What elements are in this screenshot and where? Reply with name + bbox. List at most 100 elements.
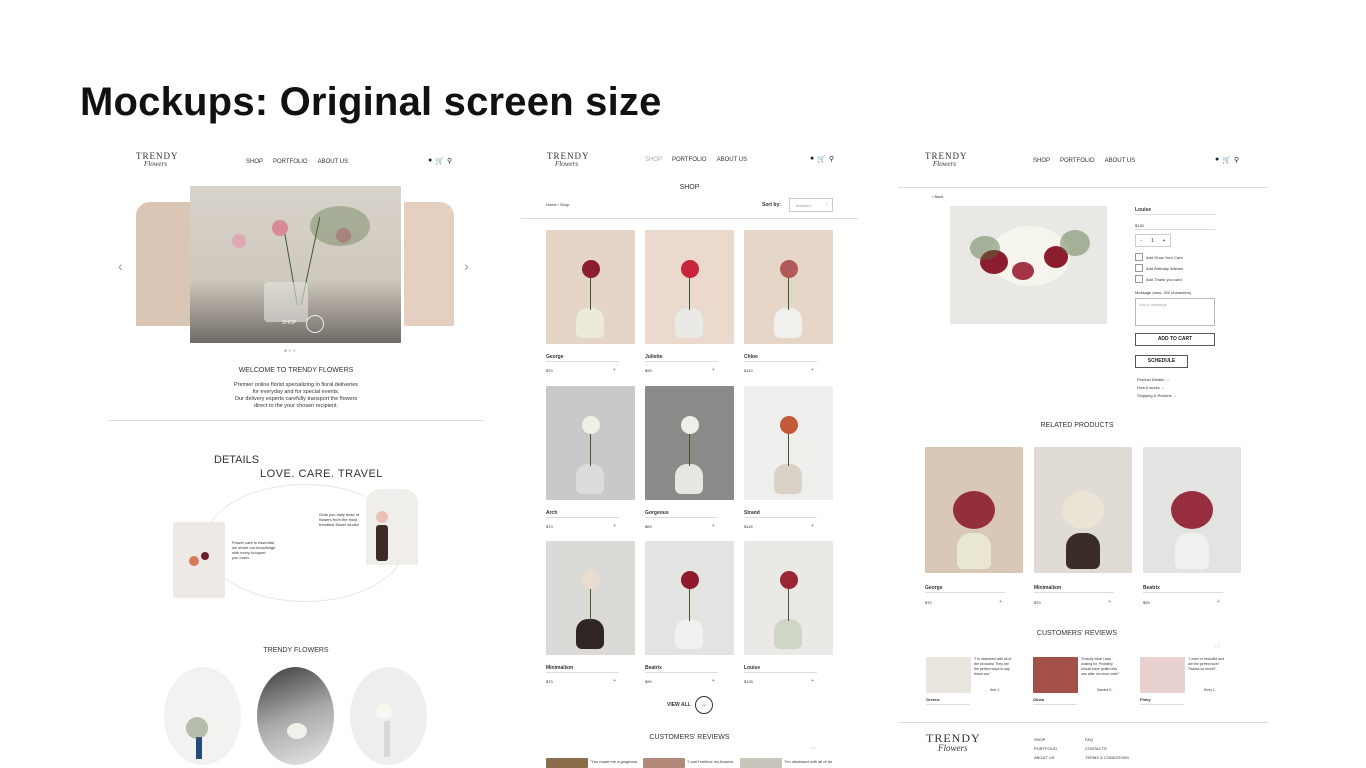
review-thumb-3 — [740, 758, 782, 768]
option-checkbox-3[interactable] — [1135, 275, 1143, 283]
brand-logo[interactable]: TRENDY Flowers — [925, 152, 968, 168]
user-icon[interactable]: ● — [810, 155, 814, 163]
quantity-stepper[interactable]: - 1 + — [1135, 234, 1171, 247]
footer-link-portfolio[interactable]: PORTFOLIO — [1034, 746, 1057, 751]
related-product-name[interactable]: Minimalism — [1034, 585, 1061, 591]
cart-icon[interactable]: 🛒 — [817, 155, 826, 163]
product-name[interactable]: Gorgeous — [645, 510, 669, 516]
add-product-plus-icon[interactable]: + — [999, 599, 1002, 605]
reviews-nav-icon[interactable]: ‹ › — [1215, 644, 1220, 650]
product-price: $130 — [1135, 223, 1144, 228]
view-all-arrow-icon[interactable]: → — [695, 696, 713, 714]
brand-logo[interactable]: TRENDY Flowers — [136, 152, 179, 168]
link-product-details[interactable]: Product Details → — [1137, 377, 1169, 382]
add-to-cart-button[interactable]: ADD TO CART — [1135, 333, 1215, 346]
footer-link-shop[interactable]: SHOP — [1034, 737, 1045, 742]
search-icon[interactable]: ⚲ — [829, 155, 834, 163]
oval-image-2[interactable] — [257, 667, 334, 765]
cart-icon[interactable]: 🛒 — [1222, 156, 1231, 164]
product-image[interactable] — [744, 230, 833, 344]
oval-image-1[interactable] — [164, 667, 241, 765]
search-icon[interactable]: ⚲ — [1234, 156, 1239, 164]
breadcrumb[interactable]: Home / Shop — [546, 202, 569, 207]
minus-icon[interactable]: - — [1140, 238, 1142, 244]
nav-portfolio[interactable]: PORTFOLIO — [672, 157, 707, 163]
product-image[interactable] — [744, 386, 833, 500]
brand-logo[interactable]: TRENDY Flowers — [547, 152, 590, 168]
product-name[interactable]: Chloe — [744, 354, 758, 360]
product-image[interactable] — [645, 386, 734, 500]
option-checkbox-1[interactable] — [1135, 253, 1143, 261]
back-link[interactable]: ‹ Back — [932, 194, 943, 199]
product-image[interactable] — [546, 541, 635, 655]
user-icon[interactable]: ● — [1215, 156, 1219, 164]
related-product-image[interactable] — [925, 447, 1023, 573]
add-product-plus-icon[interactable]: + — [712, 523, 715, 529]
schedule-button[interactable]: SCHEDULE — [1135, 355, 1188, 368]
product-name[interactable]: Beatrix — [645, 665, 662, 671]
add-product-plus-icon[interactable]: + — [613, 678, 616, 684]
nav-about[interactable]: ABOUT US — [717, 157, 748, 163]
related-product-name[interactable]: George — [925, 585, 943, 591]
carousel-prev-icon[interactable]: ‹ — [118, 258, 123, 274]
review-product-name[interactable]: Olivia — [1033, 697, 1044, 702]
review-rule — [926, 704, 970, 705]
product-name[interactable]: Minimalism — [546, 665, 573, 671]
product-image[interactable] — [546, 386, 635, 500]
oval-image-3[interactable] — [350, 667, 427, 765]
product-name[interactable]: Juliette — [645, 354, 663, 360]
product-image[interactable] — [546, 230, 635, 344]
shop-title: SHOP — [679, 184, 700, 191]
add-product-plus-icon[interactable]: + — [811, 678, 814, 684]
nav-about[interactable]: ABOUT US — [318, 159, 349, 165]
product-name[interactable]: Arch — [546, 510, 557, 516]
add-product-plus-icon[interactable]: + — [1217, 599, 1220, 605]
add-product-plus-icon[interactable]: + — [712, 678, 715, 684]
search-icon[interactable]: ⚲ — [447, 157, 452, 165]
product-screen: TRENDY Flowers SHOP PORTFOLIO ABOUT US ●… — [898, 140, 1268, 768]
add-product-plus-icon[interactable]: + — [811, 523, 814, 529]
nav-shop[interactable]: SHOP — [246, 159, 263, 165]
add-product-plus-icon[interactable]: + — [712, 367, 715, 373]
footer-link-faq[interactable]: FAQ — [1085, 737, 1093, 742]
cart-icon[interactable]: 🛒 — [435, 157, 444, 165]
footer-link-terms[interactable]: TERMS & CONDITIONS — [1085, 755, 1129, 760]
hero-shop-circle[interactable] — [306, 315, 324, 333]
product-image[interactable] — [645, 230, 734, 344]
review-product-name[interactable]: Greens — [926, 697, 940, 702]
nav-portfolio[interactable]: PORTFOLIO — [1060, 158, 1095, 164]
footer-link-contacts[interactable]: CONTACTS — [1085, 746, 1107, 751]
reviews-nav-icon[interactable]: ‹ › — [811, 746, 816, 752]
related-product-image[interactable] — [1143, 447, 1241, 573]
message-field[interactable]: Add a message — [1135, 298, 1215, 326]
product-image[interactable] — [645, 541, 734, 655]
nav-shop[interactable]: SHOP — [1033, 158, 1050, 164]
add-product-plus-icon[interactable]: + — [1108, 599, 1111, 605]
footer-link-about[interactable]: ABOUT US — [1034, 755, 1054, 760]
product-name[interactable]: Louise — [744, 665, 760, 671]
related-product-image[interactable] — [1034, 447, 1132, 573]
nav-about[interactable]: ABOUT US — [1105, 158, 1136, 164]
product-image[interactable] — [744, 541, 833, 655]
add-product-plus-icon[interactable]: + — [613, 367, 616, 373]
link-how-it-works[interactable]: How it works → — [1137, 385, 1165, 390]
footer-logo[interactable]: TRENDY Flowers — [926, 732, 981, 753]
product-name[interactable]: Strand — [744, 510, 760, 516]
carousel-next-icon[interactable]: › — [464, 258, 469, 274]
nav-portfolio[interactable]: PORTFOLIO — [273, 159, 308, 165]
view-all-link[interactable]: VIEW ALL — [667, 702, 691, 708]
nav-shop[interactable]: SHOP — [645, 157, 662, 163]
option-checkbox-2[interactable] — [1135, 264, 1143, 272]
plus-icon[interactable]: + — [1163, 238, 1166, 244]
section-title: TRENDY FLOWERS — [263, 647, 329, 654]
carousel-dots[interactable]: ● ● ● — [284, 348, 296, 354]
add-product-plus-icon[interactable]: + — [613, 523, 616, 529]
product-name[interactable]: George — [546, 354, 564, 360]
link-shipping-returns[interactable]: Shipping & Returns → — [1137, 393, 1177, 398]
review-product-name[interactable]: Pinky — [1140, 697, 1151, 702]
add-product-plus-icon[interactable]: + — [811, 367, 814, 373]
sort-select[interactable]: featured ↓ — [789, 198, 833, 212]
user-icon[interactable]: ● — [428, 157, 432, 165]
hero-shop-button[interactable]: SHOP — [282, 320, 296, 326]
related-product-name[interactable]: Beatrix — [1143, 585, 1160, 591]
